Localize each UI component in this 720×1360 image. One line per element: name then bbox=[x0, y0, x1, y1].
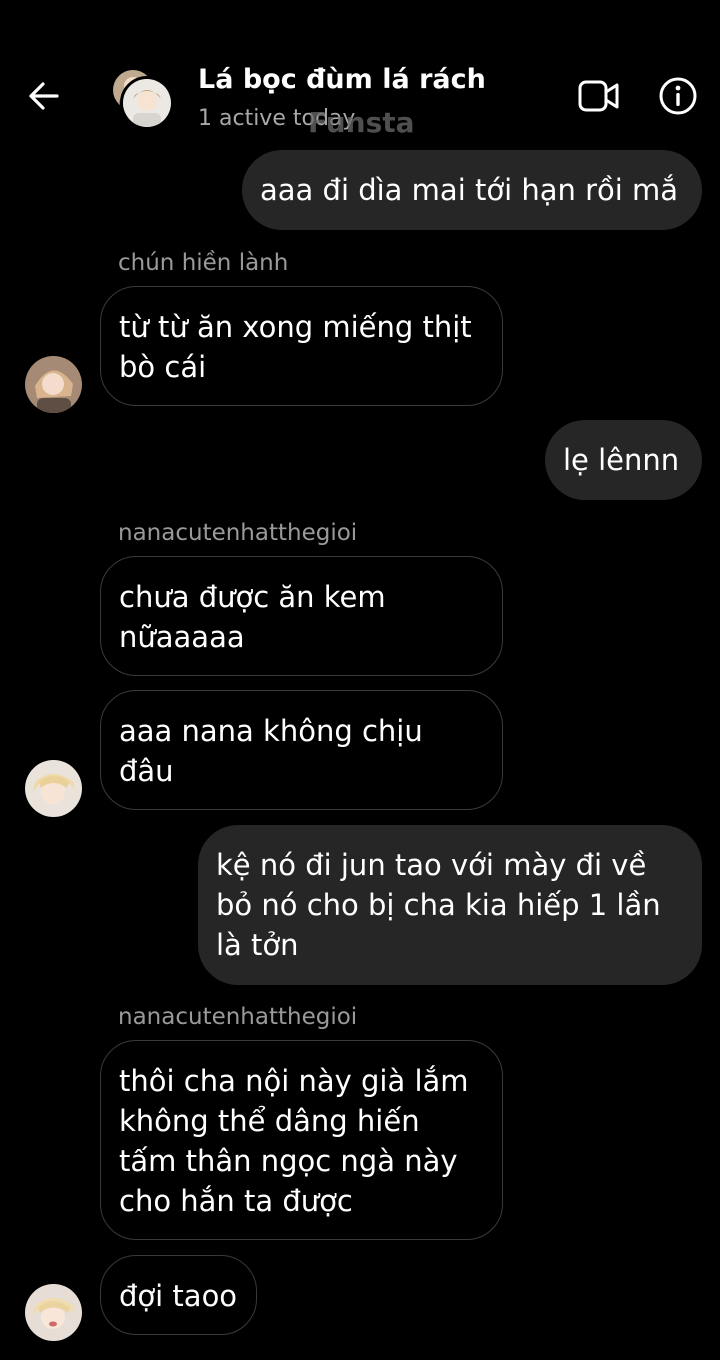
avatar bbox=[120, 76, 174, 130]
sender-name: nanacutenhatthegioi bbox=[118, 520, 358, 546]
conversation-title[interactable]: Lá bọc đùm lá rách bbox=[198, 64, 486, 95]
group-avatar[interactable] bbox=[108, 66, 174, 130]
sender-name: chún hiền lành bbox=[118, 250, 289, 276]
message-bubble-outgoing[interactable]: aaa đi dìa mai tới hạn rồi mắ bbox=[242, 150, 702, 230]
message-bubble-incoming[interactable]: aaa nana không chịu đâu bbox=[100, 690, 503, 810]
message-bubble-incoming[interactable]: đợi taoo bbox=[100, 1255, 257, 1335]
video-call-button[interactable] bbox=[574, 74, 624, 118]
sender-avatar[interactable] bbox=[25, 1284, 82, 1341]
message-bubble-outgoing[interactable]: lẹ lênnn bbox=[545, 420, 702, 500]
back-button[interactable] bbox=[22, 74, 66, 118]
sender-name: nanacutenhatthegioi bbox=[118, 1004, 358, 1030]
watermark: Funsta bbox=[308, 106, 415, 139]
arrow-left-icon bbox=[27, 79, 61, 113]
info-button[interactable] bbox=[656, 74, 700, 118]
info-icon bbox=[658, 76, 698, 116]
sender-avatar[interactable] bbox=[25, 356, 82, 413]
sender-avatar[interactable] bbox=[25, 760, 82, 817]
message-bubble-incoming[interactable]: chưa được ăn kem nữaaaaa bbox=[100, 556, 503, 676]
message-bubble-incoming[interactable]: từ từ ăn xong miếng thịt bò cái bbox=[100, 286, 503, 406]
message-bubble-incoming[interactable]: thôi cha nội này già lắm không thể dâng … bbox=[100, 1040, 503, 1240]
video-camera-icon bbox=[577, 78, 621, 114]
message-bubble-outgoing[interactable]: kệ nó đi jun tao với mày đi về bỏ nó cho… bbox=[198, 825, 702, 985]
chat-header: Lá bọc đùm lá rách 1 active today Funsta bbox=[0, 0, 720, 145]
